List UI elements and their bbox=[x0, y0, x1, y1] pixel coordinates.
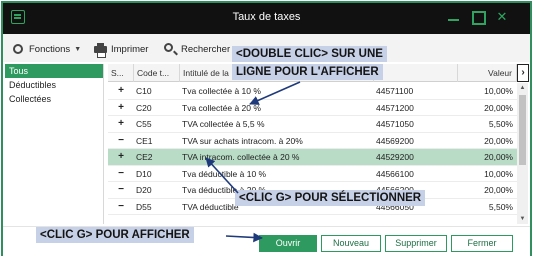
row-sign: + bbox=[118, 85, 124, 96]
sidebar-item-deductible[interactable]: Déductibles bbox=[5, 78, 103, 92]
row-code: D20 bbox=[136, 185, 152, 195]
row-account: 44529200 bbox=[376, 152, 414, 162]
table-row[interactable]: + C20 Tva collectée à 20 % 44571200 20,0… bbox=[108, 100, 517, 116]
sidebar-item-all[interactable]: Tous bbox=[5, 64, 103, 78]
row-sign: − bbox=[118, 167, 124, 179]
row-value: 10,00% bbox=[484, 168, 513, 179]
minimize-icon[interactable] bbox=[445, 9, 463, 25]
tax-rates-window: Taux de taxes ✕ Fonctions ▼ Imprimer Rec… bbox=[1, 1, 532, 256]
row-value: 20,00% bbox=[484, 102, 513, 113]
row-value: 20,00% bbox=[484, 185, 513, 195]
row-code: D10 bbox=[136, 168, 152, 179]
table-row[interactable]: − CE1 TVA sur achats intracom. à 20% 445… bbox=[108, 133, 517, 149]
search-icon bbox=[163, 42, 177, 56]
functions-label: Fonctions bbox=[29, 43, 71, 55]
row-sign: − bbox=[118, 200, 124, 212]
row-value: 5,50% bbox=[488, 119, 513, 129]
row-account: 44571100 bbox=[376, 86, 414, 96]
delete-button[interactable]: Supprimer bbox=[385, 235, 447, 252]
scroll-down-icon[interactable]: ▼ bbox=[517, 214, 528, 224]
scrollbar-thumb[interactable] bbox=[519, 95, 526, 165]
row-code: CE2 bbox=[136, 152, 153, 162]
vertical-scrollbar[interactable]: ▲ ▼ bbox=[517, 83, 528, 224]
column-header-value[interactable]: Valeur bbox=[458, 64, 517, 82]
scroll-up-icon[interactable]: ▲ bbox=[517, 83, 528, 93]
column-header-code[interactable]: Code t... bbox=[134, 64, 180, 82]
printer-icon bbox=[93, 42, 107, 58]
row-sign: + bbox=[118, 118, 124, 129]
open-button[interactable]: Ouvrir bbox=[259, 235, 317, 252]
table-row[interactable]: + C10 Tva collectée à 10 % 44571100 10,0… bbox=[108, 83, 517, 100]
row-sign: − bbox=[118, 134, 124, 146]
row-account: 44571050 bbox=[376, 119, 414, 129]
row-code: D55 bbox=[136, 201, 152, 212]
search-button[interactable]: Rechercher bbox=[163, 41, 230, 57]
column-header-sign[interactable]: S... bbox=[108, 64, 134, 82]
close-button[interactable]: Fermer bbox=[451, 235, 513, 252]
row-label: Tva collectée à 10 % bbox=[182, 86, 261, 96]
gear-icon bbox=[11, 42, 25, 56]
print-label: Imprimer bbox=[111, 43, 149, 55]
callout-double-click-line2: LIGNE POUR L'AFFICHER bbox=[232, 64, 383, 80]
column-header-account[interactable] bbox=[374, 64, 458, 82]
callout-click-open: <CLIC G> POUR AFFICHER bbox=[36, 227, 194, 243]
row-code: C10 bbox=[136, 86, 152, 96]
title-bar: Taux de taxes ✕ bbox=[3, 3, 530, 34]
table-row[interactable]: + C55 TVA collectée à 5,5 % 44571050 5,5… bbox=[108, 116, 517, 133]
callout-double-click-line1: <DOUBLE CLIC> SUR UNE bbox=[232, 46, 387, 62]
table-row-selected[interactable]: + CE2 TVA intracom. collectée à 20 % 445… bbox=[108, 149, 517, 166]
screenshot-frame: Taux de taxes ✕ Fonctions ▼ Imprimer Rec… bbox=[0, 0, 534, 259]
row-value: 20,00% bbox=[484, 135, 513, 146]
row-label: TVA intracom. collectée à 20 % bbox=[182, 152, 300, 162]
search-label: Rechercher bbox=[181, 43, 231, 55]
row-label: Tva déductible à 10 % bbox=[182, 168, 267, 179]
table-row[interactable]: − D10 Tva déductible à 10 % 44566100 10,… bbox=[108, 166, 517, 182]
row-label: Tva collectée à 20 % bbox=[182, 102, 261, 113]
row-label: TVA sur achats intracom. à 20% bbox=[182, 135, 303, 146]
row-sign: − bbox=[118, 184, 124, 195]
filter-sidebar: Tous Déductibles Collectées bbox=[5, 64, 104, 224]
row-value: 10,00% bbox=[484, 86, 513, 96]
row-code: C20 bbox=[136, 102, 152, 113]
close-icon[interactable]: ✕ bbox=[493, 9, 511, 25]
row-account: 44566100 bbox=[376, 168, 414, 179]
row-value: 5,50% bbox=[488, 201, 513, 212]
new-button[interactable]: Nouveau bbox=[321, 235, 381, 252]
row-code: C55 bbox=[136, 119, 152, 129]
row-account: 44571200 bbox=[376, 102, 414, 113]
scroll-columns-right-icon[interactable]: › bbox=[517, 64, 529, 82]
row-code: CE1 bbox=[136, 135, 153, 146]
row-account: 44569200 bbox=[376, 135, 414, 146]
row-value: 20,00% bbox=[484, 152, 513, 162]
maximize-icon[interactable] bbox=[469, 9, 487, 25]
row-label: TVA collectée à 5,5 % bbox=[182, 119, 265, 129]
row-sign: + bbox=[118, 101, 124, 113]
chevron-down-icon: ▼ bbox=[74, 45, 82, 53]
functions-menu-button[interactable]: Fonctions ▼ bbox=[11, 41, 81, 57]
sidebar-item-collected[interactable]: Collectées bbox=[5, 92, 103, 106]
callout-click-select: <CLIC G> POUR SÉLECTIONNER bbox=[235, 190, 426, 206]
row-sign: + bbox=[118, 151, 124, 162]
print-button[interactable]: Imprimer bbox=[93, 41, 149, 58]
